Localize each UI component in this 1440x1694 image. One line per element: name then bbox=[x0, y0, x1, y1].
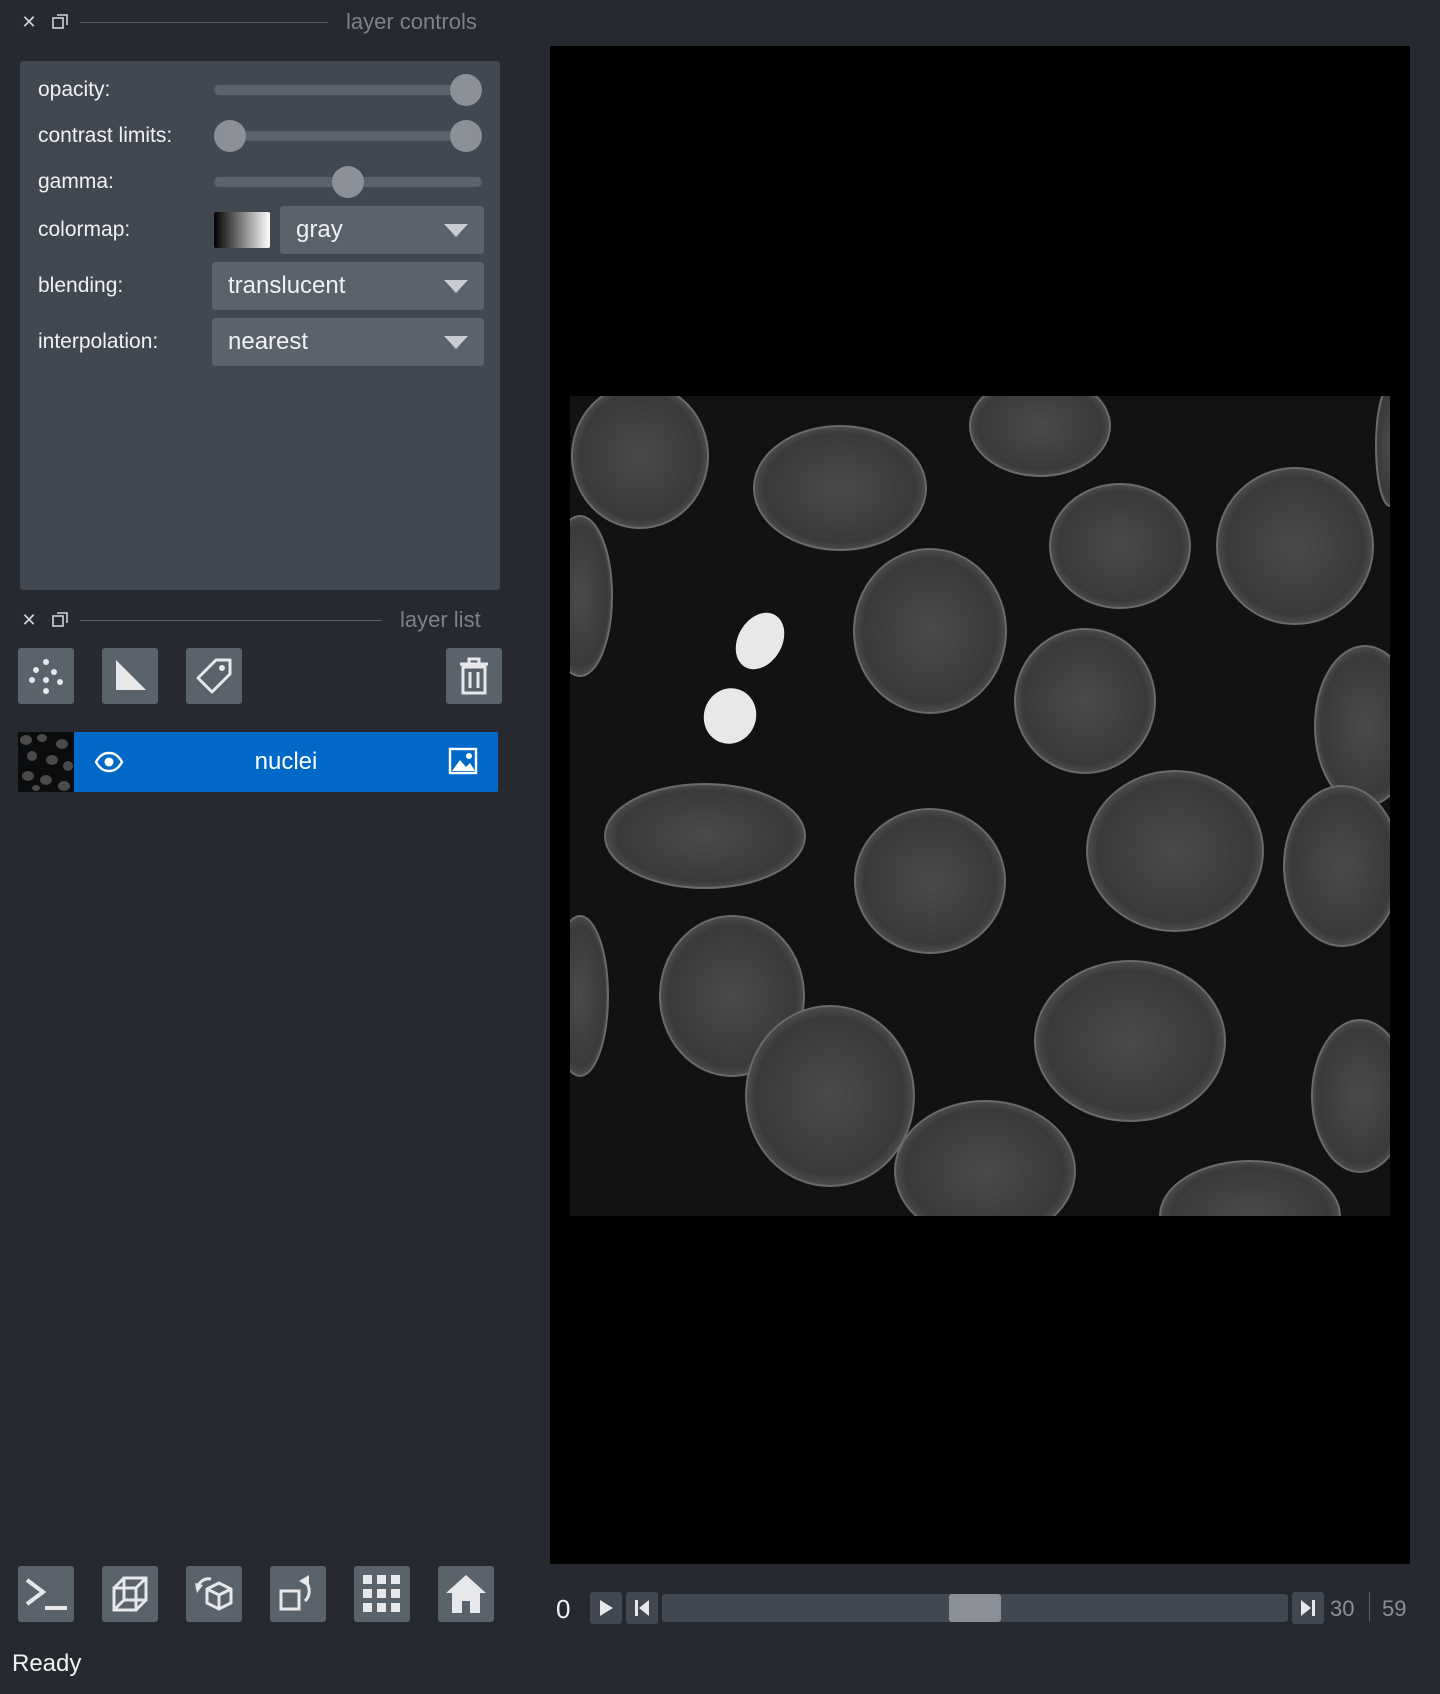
blending-dropdown[interactable]: translucent bbox=[212, 262, 484, 310]
last-frame-button[interactable] bbox=[1292, 1592, 1324, 1624]
gamma-label: gamma: bbox=[38, 170, 114, 193]
reset-view-button[interactable] bbox=[438, 1566, 494, 1622]
new-points-layer-button[interactable] bbox=[18, 648, 74, 704]
image-layer-icon bbox=[448, 747, 478, 775]
grid-mode-button[interactable] bbox=[354, 1566, 410, 1622]
layer-controls-header: ✕ layer controls bbox=[18, 8, 477, 36]
console-button[interactable] bbox=[18, 1566, 74, 1622]
viewer-canvas[interactable] bbox=[550, 46, 1410, 1564]
gamma-row: gamma: bbox=[20, 159, 500, 205]
interpolation-row: interpolation: nearest bbox=[20, 318, 500, 366]
new-shapes-layer-button[interactable] bbox=[102, 648, 158, 704]
play-icon bbox=[600, 1600, 613, 1616]
nuclei-image bbox=[570, 396, 1390, 1216]
rotate-cube-icon bbox=[195, 1577, 233, 1611]
opacity-slider-handle[interactable] bbox=[450, 74, 482, 106]
play-button[interactable] bbox=[590, 1592, 622, 1624]
contrast-limits-row: contrast limits: bbox=[20, 113, 500, 159]
transpose-icon bbox=[279, 1575, 311, 1611]
colormap-swatch bbox=[214, 212, 270, 248]
points-icon bbox=[29, 659, 63, 694]
opacity-label: opacity: bbox=[38, 78, 111, 101]
first-frame-button[interactable] bbox=[626, 1592, 658, 1624]
home-icon bbox=[446, 1575, 486, 1613]
interpolation-value: nearest bbox=[228, 328, 309, 355]
opacity-slider[interactable] bbox=[214, 74, 482, 106]
blending-row: blending: translucent bbox=[20, 262, 500, 310]
dims-slider-handle[interactable] bbox=[949, 1594, 1001, 1622]
layer-controls-title: layer controls bbox=[346, 9, 477, 34]
contrast-limits-slider[interactable] bbox=[214, 120, 482, 152]
blending-label: blending: bbox=[38, 274, 124, 297]
colormap-dropdown[interactable]: gray bbox=[280, 206, 484, 254]
max-frame: 59 bbox=[1382, 1596, 1407, 1621]
chevron-down-icon bbox=[444, 223, 468, 237]
trash-icon bbox=[460, 657, 488, 695]
contrast-max-handle[interactable] bbox=[450, 120, 482, 152]
chevron-down-icon bbox=[444, 335, 468, 349]
close-icon[interactable]: ✕ bbox=[18, 609, 40, 631]
roll-dims-button[interactable] bbox=[186, 1566, 242, 1622]
chevron-down-icon bbox=[444, 279, 468, 293]
console-icon bbox=[25, 1578, 67, 1610]
layer-name: nuclei bbox=[254, 748, 318, 775]
dims-slider-track[interactable] bbox=[662, 1594, 1288, 1622]
tag-icon bbox=[196, 658, 232, 694]
blending-value: translucent bbox=[228, 272, 346, 299]
colormap-label: colormap: bbox=[38, 218, 131, 241]
colormap-row: colormap: gray bbox=[20, 206, 500, 254]
float-icon[interactable] bbox=[49, 609, 71, 631]
header-divider bbox=[80, 21, 328, 23]
layer-list-title: layer list bbox=[400, 607, 481, 632]
layer-thumbnail bbox=[18, 732, 74, 792]
cube-wireframe-icon bbox=[112, 1576, 148, 1612]
interpolation-dropdown[interactable]: nearest bbox=[212, 318, 484, 366]
dims-slider-bar: 0 30 59 bbox=[550, 1584, 1410, 1634]
new-labels-layer-button[interactable] bbox=[186, 648, 242, 704]
float-icon[interactable] bbox=[49, 11, 71, 33]
delete-layer-button[interactable] bbox=[446, 648, 502, 704]
colormap-value: gray bbox=[296, 216, 343, 243]
close-icon[interactable]: ✕ bbox=[18, 11, 40, 33]
contrast-limits-label: contrast limits: bbox=[38, 124, 173, 147]
contrast-min-handle[interactable] bbox=[214, 120, 246, 152]
ndisplay-button[interactable] bbox=[102, 1566, 158, 1622]
transpose-dims-button[interactable] bbox=[270, 1566, 326, 1622]
shapes-icon bbox=[116, 660, 146, 690]
interpolation-label: interpolation: bbox=[38, 330, 159, 353]
skip-forward-icon bbox=[1301, 1600, 1315, 1616]
frame-divider bbox=[1369, 1592, 1370, 1622]
status-bar-text: Ready bbox=[12, 1650, 82, 1677]
layer-list-header: ✕ layer list bbox=[18, 606, 481, 634]
opacity-row: opacity: bbox=[20, 67, 500, 113]
layer-controls-panel: opacity: contrast limits: gamma: colorma… bbox=[20, 61, 500, 590]
layer-item-nuclei[interactable]: nuclei bbox=[74, 732, 498, 792]
current-frame[interactable]: 30 bbox=[1330, 1596, 1354, 1622]
gamma-slider[interactable] bbox=[214, 166, 482, 198]
skip-back-icon bbox=[635, 1600, 649, 1616]
header-divider bbox=[80, 619, 382, 621]
grid-icon bbox=[363, 1575, 400, 1612]
dims-axis-label: 0 bbox=[556, 1594, 571, 1624]
gamma-slider-handle[interactable] bbox=[332, 166, 364, 198]
